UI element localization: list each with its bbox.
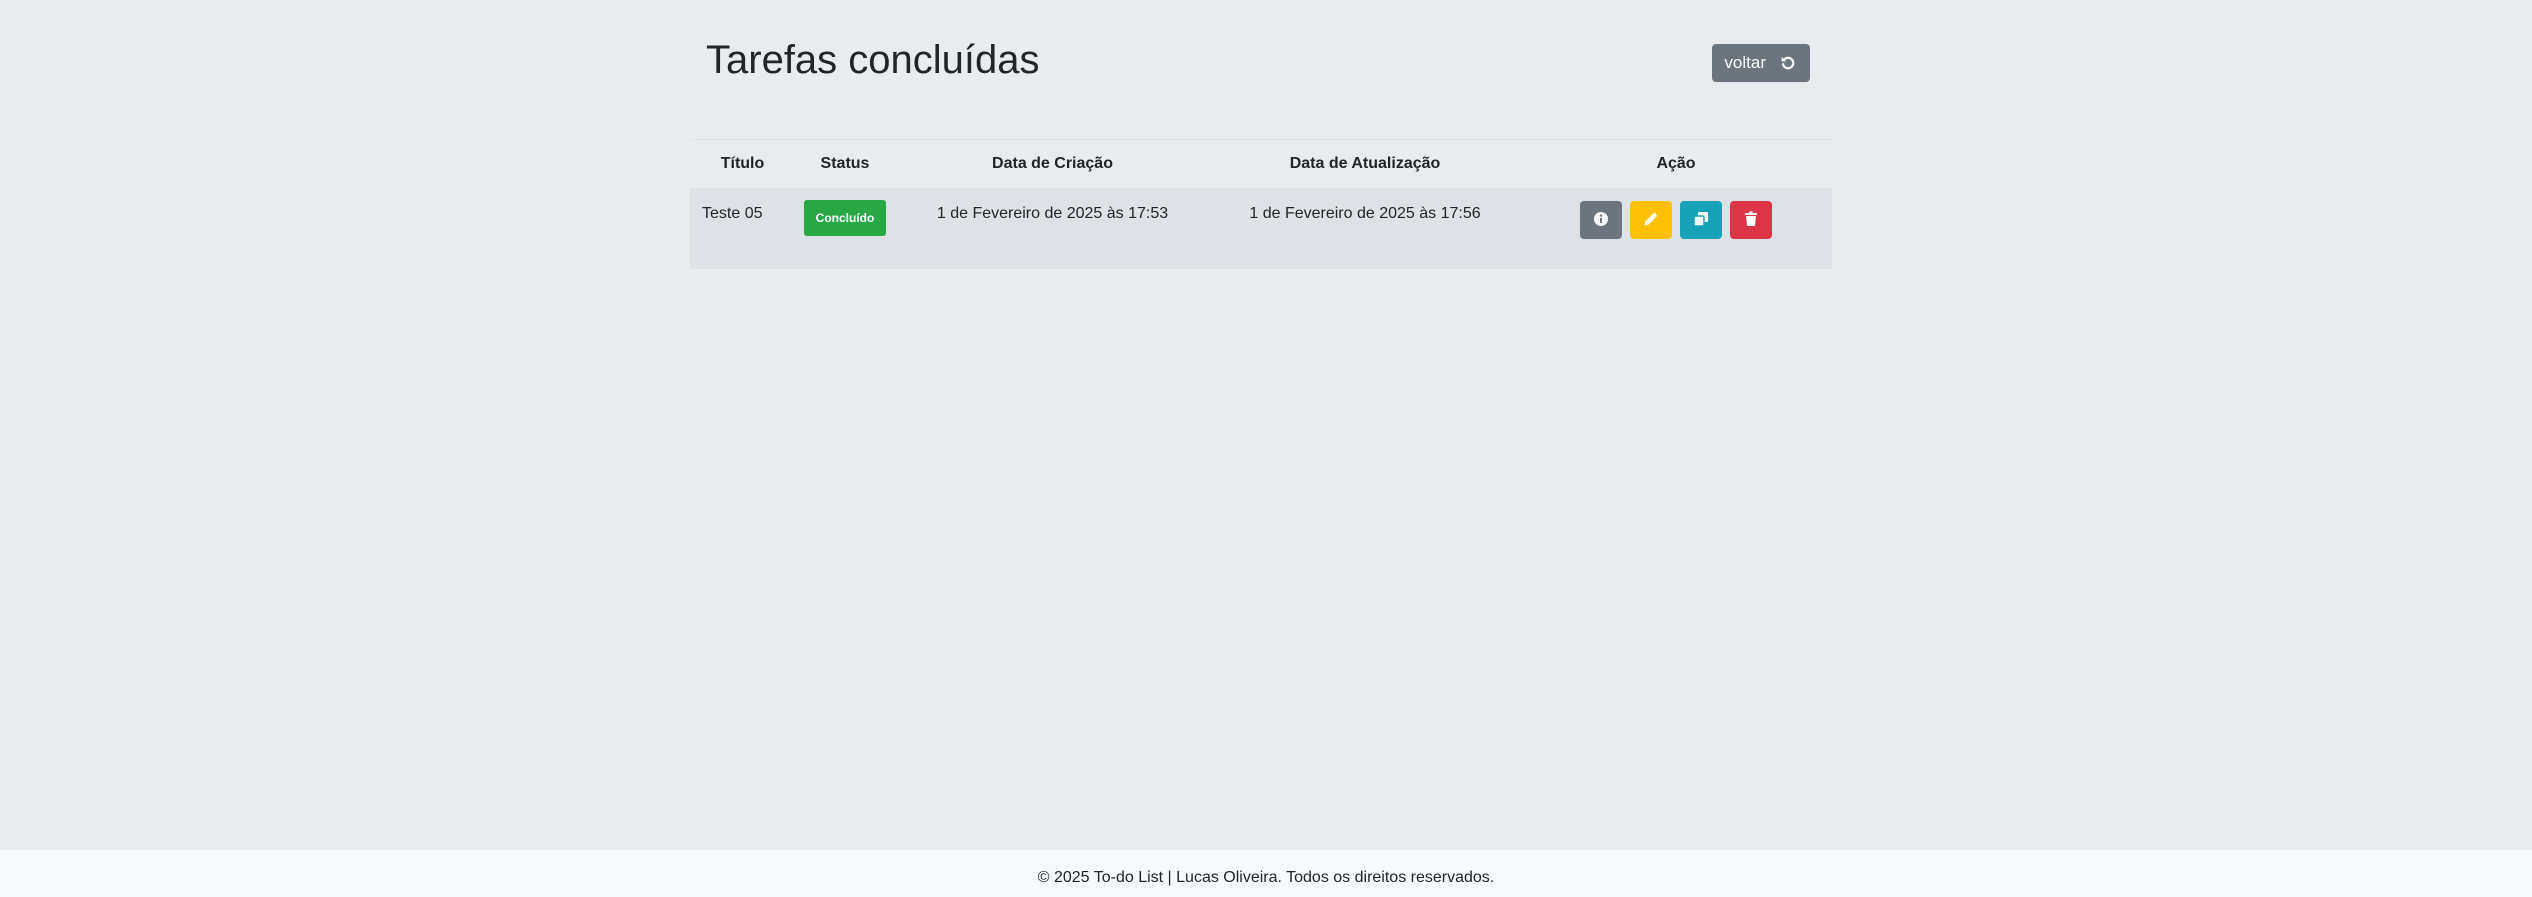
footer: © 2025 To-do List | Lucas Oliveira. Todo… — [0, 850, 2532, 897]
created-date-cell: 1 de Fevereiro de 2025 às 17:53 — [936, 205, 1169, 222]
column-header-updated: Data de Atualização — [1289, 155, 1441, 172]
back-button-label: voltar — [1724, 53, 1766, 72]
duplicate-button[interactable] — [1680, 201, 1722, 239]
trash-icon — [1744, 211, 1758, 230]
undo-icon — [1780, 55, 1796, 71]
actions-cell — [1520, 188, 1832, 269]
header: Tarefas concluídas voltar — [690, 0, 1832, 120]
table-header-row: Título Status Data de Criação Data de At… — [690, 139, 1832, 189]
tasks-table-wrapper: Título Status Data de Criação Data de At… — [690, 139, 1832, 269]
tasks-table: Título Status Data de Criação Data de At… — [690, 139, 1832, 269]
back-button[interactable]: voltar — [1712, 44, 1810, 82]
column-header-status: Status — [820, 155, 870, 172]
task-title-cell: Teste 05 — [702, 205, 763, 222]
main-container: Tarefas concluídas voltar Título Status … — [690, 0, 1832, 269]
page-title: Tarefas concluídas — [706, 38, 1040, 82]
pencil-icon — [1643, 211, 1659, 230]
table-row: Teste 05 Concluído 1 de Fevereiro de 202… — [690, 188, 1832, 269]
column-header-title: Título — [720, 155, 765, 172]
updated-date-cell: 1 de Fevereiro de 2025 às 17:56 — [1249, 205, 1481, 222]
details-button[interactable] — [1580, 201, 1622, 239]
column-header-created: Data de Criação — [992, 155, 1113, 172]
page: Tarefas concluídas voltar Título Status … — [0, 0, 2532, 897]
delete-button[interactable] — [1730, 201, 1772, 239]
status-badge: Concluído — [803, 200, 887, 236]
column-header-actions: Ação — [1656, 155, 1696, 172]
task-status-cell: Concluído — [795, 188, 895, 269]
edit-button[interactable] — [1630, 201, 1672, 239]
info-icon — [1593, 211, 1609, 230]
copy-icon — [1692, 211, 1710, 230]
action-buttons — [1520, 201, 1832, 239]
footer-text: © 2025 To-do List | Lucas Oliveira. Todo… — [1037, 868, 1495, 886]
